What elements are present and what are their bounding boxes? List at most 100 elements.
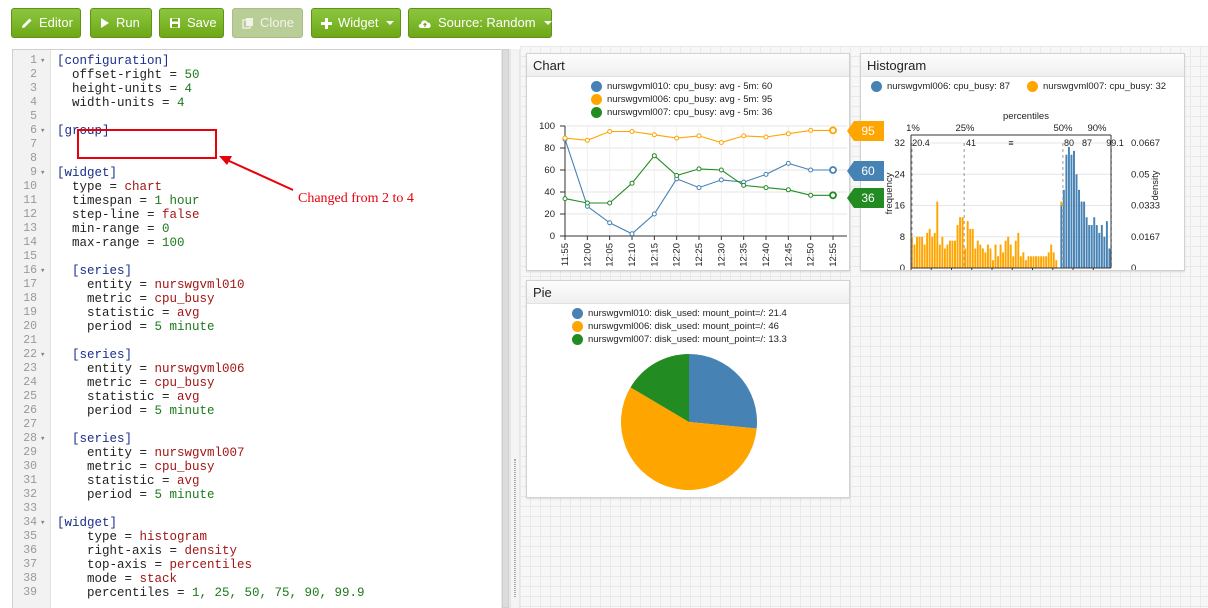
- histogram-bar: [936, 201, 939, 268]
- clone-button[interactable]: Clone: [232, 8, 303, 38]
- histogram-bar: [1004, 240, 1007, 268]
- histogram-bar: [1052, 252, 1055, 268]
- clone-icon: [242, 18, 253, 29]
- fold-toggle-icon[interactable]: ▾: [40, 432, 45, 446]
- pie-chart: [621, 354, 757, 490]
- fold-toggle-icon[interactable]: ▾: [40, 348, 45, 362]
- histogram-bar: [986, 244, 989, 268]
- play-icon: [101, 18, 109, 28]
- line-number: 24: [23, 376, 37, 389]
- line-number: 19: [23, 306, 37, 319]
- scrollbar-thumb[interactable]: [502, 49, 509, 608]
- data-point: [763, 171, 769, 177]
- histogram-bar: [1070, 154, 1073, 268]
- x-tick-label: 12:45: [783, 243, 794, 267]
- fold-toggle-icon[interactable]: ▾: [40, 516, 45, 530]
- histogram-bar: [984, 252, 987, 268]
- histogram-bar: [959, 217, 962, 268]
- run-button-label: Run: [116, 15, 140, 30]
- fold-toggle-icon[interactable]: ▾: [40, 264, 45, 278]
- histogram-bar: [1073, 150, 1075, 268]
- histogram-bar: [1098, 232, 1101, 268]
- x-tick-label: 12:35: [739, 243, 750, 267]
- line-chart: 0 20 40 60 80 100 11:55 12:00 12:05 12:10 12:15 12:…: [539, 122, 847, 267]
- line-number: 30: [23, 460, 37, 473]
- histogram-bar: [1060, 201, 1063, 206]
- percentile-value-label: 87: [1082, 138, 1092, 148]
- code-text: timespan = 1 hour: [57, 194, 200, 208]
- highlight-box: [77, 129, 217, 159]
- chart-widget: Chart nurswgvml010: cpu_busy: avg - 5m: …: [526, 53, 850, 271]
- legend-marker: [591, 94, 602, 105]
- code-line: 3 height-units = 4: [13, 82, 509, 96]
- line-number: 39: [23, 586, 37, 599]
- save-button[interactable]: Save: [159, 8, 224, 38]
- pie-legend-item[interactable]: nurswgvml010: disk_used: mount_point=/: …: [572, 308, 787, 319]
- widget-dropdown-button[interactable]: Widget: [311, 8, 401, 38]
- legend-marker: [572, 321, 583, 332]
- histogram-bar: [1108, 248, 1111, 268]
- code-line: 27: [13, 418, 509, 432]
- code-editor[interactable]: 1 ▾ [configuration] 2 offset-right = 50 3 he…: [12, 49, 510, 608]
- line-number: 9: [30, 166, 37, 179]
- chart-legend-item[interactable]: nurswgvml006: cpu_busy: avg - 5m: 95: [591, 94, 772, 105]
- pie-widget: Pie nurswgvml010: disk_used: mount_point…: [526, 280, 850, 498]
- x-tick-label: 12:20: [672, 243, 683, 267]
- line-number: 35: [23, 530, 37, 543]
- top-tick-label: 25%: [955, 123, 975, 134]
- data-point: [696, 166, 702, 172]
- code-line: 26 period = 5 minute: [13, 404, 509, 418]
- histogram-bar: [956, 225, 959, 268]
- data-point: [651, 132, 657, 138]
- percentile-value-label: 41: [966, 138, 976, 148]
- fold-toggle-icon[interactable]: ▾: [40, 124, 45, 138]
- code-text: [series]: [57, 432, 133, 446]
- code-line: 17 entity = nurswgvml010: [13, 278, 509, 292]
- histogram-bar: [933, 232, 936, 268]
- histogram-bar: [1065, 154, 1068, 268]
- histogram-bar: [941, 236, 944, 268]
- run-button[interactable]: Run: [90, 8, 152, 38]
- histogram-legend-item[interactable]: nurswgvml006: cpu_busy: 87: [871, 81, 1010, 92]
- line-number: 17: [23, 278, 37, 291]
- fold-toggle-icon[interactable]: ▾: [40, 54, 45, 68]
- code-text: right-axis = density: [57, 544, 238, 558]
- editor-button[interactable]: Editor: [11, 8, 81, 38]
- histogram-bar: [913, 244, 916, 268]
- histogram-bar: [1022, 252, 1025, 268]
- code-line: 16 ▾ [series]: [13, 264, 509, 278]
- code-text: metric = cpu_busy: [57, 376, 215, 390]
- top-tick-label: 1%: [906, 123, 920, 134]
- line-number: 10: [23, 180, 37, 193]
- legend-label: nurswgvml007: cpu_busy: 32: [1043, 81, 1167, 92]
- histogram-bar: [994, 244, 997, 268]
- editor-button-label: Editor: [39, 15, 73, 30]
- cloud-upload-icon: [418, 19, 431, 28]
- line-number: 8: [30, 152, 37, 165]
- line-number: 14: [23, 236, 37, 249]
- histogram-bar: [931, 236, 934, 268]
- data-point: [808, 127, 814, 133]
- code-text: [series]: [57, 264, 133, 278]
- editor-scrollbar[interactable]: [501, 49, 510, 608]
- fold-toggle-icon[interactable]: ▾: [40, 166, 45, 180]
- data-point: [607, 220, 613, 226]
- histogram-bar: [1019, 256, 1022, 268]
- legend-label: nurswgvml007: cpu_busy: avg - 5m: 36: [607, 107, 773, 118]
- y-tick-label: 40: [544, 187, 555, 198]
- splitter-grip[interactable]: [514, 459, 516, 597]
- chart-legend-item[interactable]: nurswgvml007: cpu_busy: avg - 5m: 36: [591, 107, 772, 118]
- histogram-legend-item[interactable]: nurswgvml007: cpu_busy: 32: [1027, 81, 1166, 92]
- code-text: period = 5 minute: [57, 404, 215, 418]
- line-number: 20: [23, 320, 37, 333]
- x-tick-label: 12:15: [649, 243, 660, 267]
- pie-legend-item[interactable]: nurswgvml007: disk_used: mount_point=/: …: [572, 334, 787, 345]
- pie-legend-item[interactable]: nurswgvml006: disk_used: mount_point=/: …: [572, 321, 779, 332]
- chart-legend-item[interactable]: nurswgvml010: cpu_busy: avg - 5m: 60: [591, 81, 772, 92]
- data-point: [808, 167, 814, 173]
- pane-splitter[interactable]: [510, 49, 520, 608]
- data-point: [562, 196, 568, 202]
- source-dropdown-button[interactable]: Source: Random: [408, 8, 552, 38]
- series-value-flag: 36: [847, 188, 884, 208]
- line-number: 18: [23, 292, 37, 305]
